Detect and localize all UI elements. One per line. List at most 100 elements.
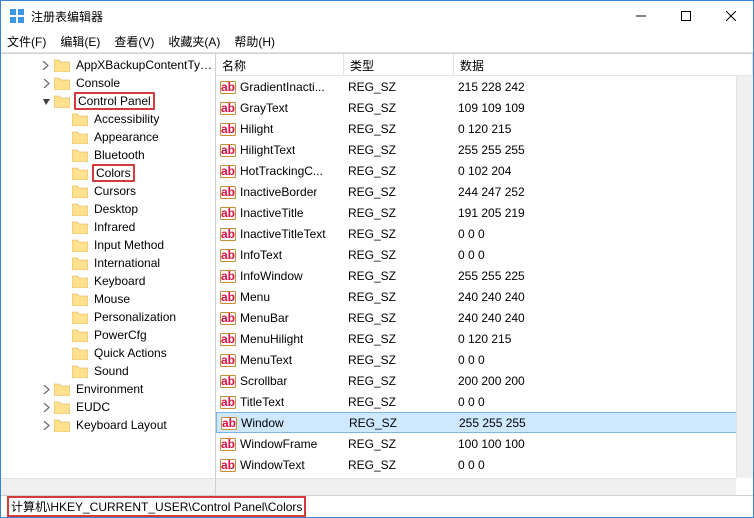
tree-item[interactable]: Environment <box>3 380 215 398</box>
chevron-right-icon[interactable] <box>39 418 53 432</box>
row-data: 255 255 225 <box>454 269 753 283</box>
tree-item[interactable]: Bluetooth <box>3 146 215 164</box>
list-rows: abGradientInacti...REG_SZ215 228 242abGr… <box>216 76 753 495</box>
row-type: REG_SZ <box>344 332 454 346</box>
table-row[interactable]: abInfoTextREG_SZ0 0 0 <box>216 244 753 265</box>
chevron-right-icon[interactable] <box>39 382 53 396</box>
row-type: REG_SZ <box>344 143 454 157</box>
string-value-icon: ab <box>220 142 236 158</box>
tree-spacer <box>57 184 71 198</box>
svg-text:ab: ab <box>221 269 235 283</box>
folder-icon <box>72 131 88 144</box>
table-row[interactable]: abGrayTextREG_SZ109 109 109 <box>216 97 753 118</box>
row-name: TitleText <box>240 395 284 409</box>
row-name: InfoText <box>240 248 282 262</box>
tree-item[interactable]: Control Panel <box>3 92 215 110</box>
row-data: 100 100 100 <box>454 437 753 451</box>
table-row[interactable]: abInactiveBorderREG_SZ244 247 252 <box>216 181 753 202</box>
chevron-down-icon[interactable] <box>39 94 53 108</box>
table-row[interactable]: abMenuREG_SZ240 240 240 <box>216 286 753 307</box>
table-row[interactable]: abMenuTextREG_SZ0 0 0 <box>216 349 753 370</box>
tree-item-label: PowerCfg <box>92 328 149 342</box>
column-type[interactable]: 类型 <box>344 54 454 75</box>
tree-item[interactable]: Cursors <box>3 182 215 200</box>
tree-item[interactable]: Infrared <box>3 218 215 236</box>
tree-item[interactable]: Personalization <box>3 308 215 326</box>
table-row[interactable]: abInactiveTitleTextREG_SZ0 0 0 <box>216 223 753 244</box>
tree-item[interactable]: Console <box>3 74 215 92</box>
table-row[interactable]: abInfoWindowREG_SZ255 255 225 <box>216 265 753 286</box>
tree-item-label: AppXBackupContentType <box>74 58 215 72</box>
chevron-right-icon[interactable] <box>39 400 53 414</box>
row-name: InactiveTitle <box>240 206 304 220</box>
list-vertical-scrollbar[interactable] <box>736 76 753 478</box>
column-data[interactable]: 数据 <box>454 54 753 75</box>
tree-item[interactable]: EUDC <box>3 398 215 416</box>
row-data: 240 240 240 <box>454 311 753 325</box>
tree-item-label: Input Method <box>92 238 166 252</box>
tree-item[interactable]: Appearance <box>3 128 215 146</box>
tree-item[interactable]: Desktop <box>3 200 215 218</box>
menu-edit[interactable]: 编辑(E) <box>60 33 100 50</box>
table-row[interactable]: abHilightREG_SZ0 120 215 <box>216 118 753 139</box>
tree-item-label: Desktop <box>92 202 140 216</box>
menu-view[interactable]: 查看(V) <box>114 33 154 50</box>
tree-item[interactable]: Keyboard Layout <box>3 416 215 434</box>
row-name: Scrollbar <box>240 374 287 388</box>
table-row[interactable]: abGradientInacti...REG_SZ215 228 242 <box>216 76 753 97</box>
table-row[interactable]: abWindowTextREG_SZ0 0 0 <box>216 454 753 475</box>
tree-item[interactable]: International <box>3 254 215 272</box>
row-name: HotTrackingC... <box>240 164 323 178</box>
maximize-button[interactable] <box>663 1 708 31</box>
svg-text:ab: ab <box>221 101 235 115</box>
tree-item[interactable]: Input Method <box>3 236 215 254</box>
table-row[interactable]: abHotTrackingC...REG_SZ0 102 204 <box>216 160 753 181</box>
list-horizontal-scrollbar[interactable] <box>216 478 736 495</box>
row-data: 0 0 0 <box>454 458 753 472</box>
chevron-right-icon[interactable] <box>39 76 53 90</box>
table-row[interactable]: abTitleTextREG_SZ0 0 0 <box>216 391 753 412</box>
folder-icon <box>72 347 88 360</box>
tree-item[interactable]: Quick Actions <box>3 344 215 362</box>
string-value-icon: ab <box>220 121 236 137</box>
tree-item[interactable]: Sound <box>3 362 215 380</box>
table-row[interactable]: abInactiveTitleREG_SZ191 205 219 <box>216 202 753 223</box>
table-row[interactable]: abScrollbarREG_SZ200 200 200 <box>216 370 753 391</box>
tree-item[interactable]: Keyboard <box>3 272 215 290</box>
svg-text:ab: ab <box>221 332 235 346</box>
column-name[interactable]: 名称 <box>216 54 344 75</box>
tree-spacer <box>57 130 71 144</box>
tree-item-label: Cursors <box>92 184 138 198</box>
table-row[interactable]: abMenuHilightREG_SZ0 120 215 <box>216 328 753 349</box>
minimize-button[interactable] <box>618 1 663 31</box>
menubar: 文件(F) 编辑(E) 查看(V) 收藏夹(A) 帮助(H) <box>1 31 753 53</box>
svg-text:ab: ab <box>221 437 235 451</box>
close-button[interactable] <box>708 1 753 31</box>
row-type: REG_SZ <box>344 311 454 325</box>
tree-item[interactable]: Mouse <box>3 290 215 308</box>
row-name: WindowText <box>240 458 305 472</box>
tree-horizontal-scrollbar[interactable] <box>1 478 215 495</box>
tree-item[interactable]: AppXBackupContentType <box>3 56 215 74</box>
menu-favorites[interactable]: 收藏夹(A) <box>168 33 220 50</box>
tree-item[interactable]: PowerCfg <box>3 326 215 344</box>
chevron-right-icon[interactable] <box>39 58 53 72</box>
string-value-icon: ab <box>220 205 236 221</box>
menu-help[interactable]: 帮助(H) <box>234 33 275 50</box>
table-row[interactable]: abMenuBarREG_SZ240 240 240 <box>216 307 753 328</box>
row-type: REG_SZ <box>344 437 454 451</box>
menu-file[interactable]: 文件(F) <box>7 33 46 50</box>
tree-panel[interactable]: AppXBackupContentType ConsoleControl Pane… <box>1 54 216 495</box>
tree-item[interactable]: Accessibility <box>3 110 215 128</box>
row-type: REG_SZ <box>344 164 454 178</box>
tree-item[interactable]: Colors <box>3 164 215 182</box>
table-row[interactable]: abWindowFrameREG_SZ100 100 100 <box>216 433 753 454</box>
row-name: InactiveBorder <box>240 185 317 199</box>
row-data: 0 120 215 <box>454 122 753 136</box>
tree-spacer <box>57 202 71 216</box>
row-type: REG_SZ <box>345 416 455 430</box>
table-row[interactable]: abHilightTextREG_SZ255 255 255 <box>216 139 753 160</box>
row-name: GradientInacti... <box>240 80 325 94</box>
row-data: 0 0 0 <box>454 248 753 262</box>
table-row[interactable]: abWindowREG_SZ255 255 255 <box>216 412 753 433</box>
